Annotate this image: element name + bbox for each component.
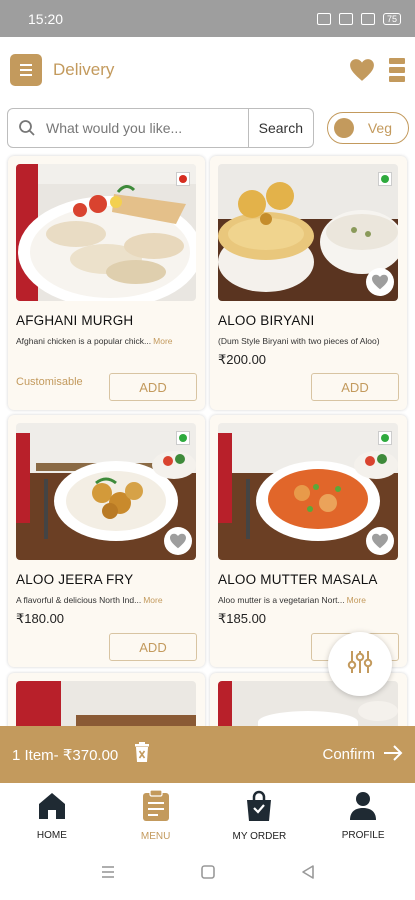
favorite-heart-icon[interactable] <box>366 268 394 296</box>
favorite-heart-icon[interactable] <box>164 527 192 555</box>
veg-toggle-label: Veg <box>367 120 392 136</box>
nav-label: MY ORDER <box>232 831 287 842</box>
system-nav-bar <box>0 849 415 900</box>
veg-marker-icon <box>378 172 392 186</box>
status-icons: 75 <box>316 12 401 25</box>
nav-my-order[interactable]: MY ORDER <box>208 783 312 849</box>
product-image-aloo-jeera-fry <box>16 423 196 560</box>
nav-label: MENU <box>140 831 171 842</box>
more-link[interactable]: More <box>143 595 162 605</box>
veg-toggle[interactable]: Veg <box>327 112 409 144</box>
product-name: ALOO JEERA FRY <box>16 572 134 587</box>
search-box: Search <box>7 108 314 148</box>
veg-marker-icon <box>378 431 392 445</box>
confirm-label: Confirm <box>322 746 375 763</box>
product-card[interactable]: ALOO MUTTER MASALA Aloo mutter is a vege… <box>210 415 407 667</box>
home-icon <box>37 791 67 826</box>
confirm-button[interactable]: Confirm <box>322 744 403 765</box>
menu-line <box>20 63 32 66</box>
menu-clipboard-icon <box>142 789 170 827</box>
add-button[interactable]: ADD <box>109 373 197 401</box>
favorites-heart-icon[interactable] <box>349 58 375 82</box>
add-button[interactable]: ADD <box>311 373 399 401</box>
list-bar <box>389 57 405 64</box>
veg-toggle-knob <box>334 118 354 138</box>
product-description: Afghani chicken is a popular chick... Mor… <box>16 336 173 346</box>
veg-marker-icon <box>176 431 190 445</box>
cart-summary: 1 Item- ₹370.00 <box>12 746 119 764</box>
list-bar <box>389 66 405 73</box>
more-link[interactable]: More <box>153 336 172 346</box>
arrow-right-icon <box>383 744 403 765</box>
product-image-aloo-biryani <box>218 164 398 301</box>
status-time: 15:20 <box>28 10 64 27</box>
nav-home[interactable]: HOME <box>0 783 104 849</box>
product-description: (Dum Style Biryani with two pieces of Al… <box>218 336 380 346</box>
filter-button[interactable] <box>328 632 392 696</box>
home-square-icon[interactable] <box>200 864 216 885</box>
vowifi-icon <box>338 12 353 25</box>
product-image-afghani-murgh <box>16 164 196 301</box>
product-card-partial <box>8 673 205 733</box>
product-price: ₹185.00 <box>218 611 267 626</box>
filter-sliders-icon <box>346 648 374 681</box>
product-card[interactable]: ALOO BIRYANI (Dum Style Biryani with two… <box>210 156 407 410</box>
menu-button[interactable] <box>10 53 42 86</box>
product-description: Aloo mutter is a vegetarian Nort... More <box>218 595 366 605</box>
menu-line <box>20 73 32 76</box>
shopping-bag-icon <box>245 790 273 827</box>
product-image-aloo-mutter-masala <box>218 423 398 560</box>
product-card[interactable]: AFGHANI MURGH Afghani chicken is a popul… <box>8 156 205 410</box>
favorite-heart-icon[interactable] <box>366 527 394 555</box>
signal-icon <box>360 12 375 25</box>
customisable-label: Customisable <box>16 376 83 388</box>
menu-line <box>20 68 32 71</box>
alarm-icon <box>316 12 331 25</box>
list-bar <box>389 75 405 82</box>
status-bar: 15:20 75 <box>0 0 415 37</box>
product-card[interactable]: ALOO JEERA FRY A flavorful & delicious N… <box>8 415 205 667</box>
product-price: ₹180.00 <box>16 611 65 626</box>
cart-bar: 1 Item- ₹370.00 Confirm <box>0 726 415 783</box>
product-name: ALOO BIRYANI <box>218 313 315 328</box>
profile-icon <box>348 791 378 826</box>
search-icon <box>18 119 36 137</box>
add-button[interactable]: ADD <box>109 633 197 661</box>
more-link[interactable]: More <box>347 595 366 605</box>
nav-profile[interactable]: PROFILE <box>311 783 415 849</box>
trash-icon[interactable] <box>134 742 150 767</box>
list-view-icon[interactable] <box>389 57 405 82</box>
search-button[interactable]: Search <box>247 109 313 147</box>
search-input[interactable] <box>46 120 236 136</box>
nav-label: PROFILE <box>341 830 385 841</box>
app-header: Delivery <box>0 37 415 102</box>
recent-apps-icon[interactable] <box>100 864 116 885</box>
product-name: AFGHANI MURGH <box>16 313 134 328</box>
nav-label: HOME <box>36 830 67 841</box>
product-name: ALOO MUTTER MASALA <box>218 572 378 587</box>
back-triangle-icon[interactable] <box>300 864 316 885</box>
bottom-nav: HOME MENU MY ORDER PROFILE <box>0 783 415 849</box>
nav-menu[interactable]: MENU <box>104 783 208 849</box>
page-title: Delivery <box>53 59 115 79</box>
product-description-text: Afghani chicken is a popular chick... <box>16 336 152 346</box>
battery-icon: 75 <box>382 12 401 25</box>
nonveg-marker-icon <box>176 172 190 186</box>
product-description-text: A flavorful & delicious North Ind... <box>16 595 142 605</box>
product-description-text: Aloo mutter is a vegetarian Nort... <box>218 595 345 605</box>
product-price: ₹200.00 <box>218 352 267 367</box>
product-description: A flavorful & delicious North Ind... More <box>16 595 163 605</box>
